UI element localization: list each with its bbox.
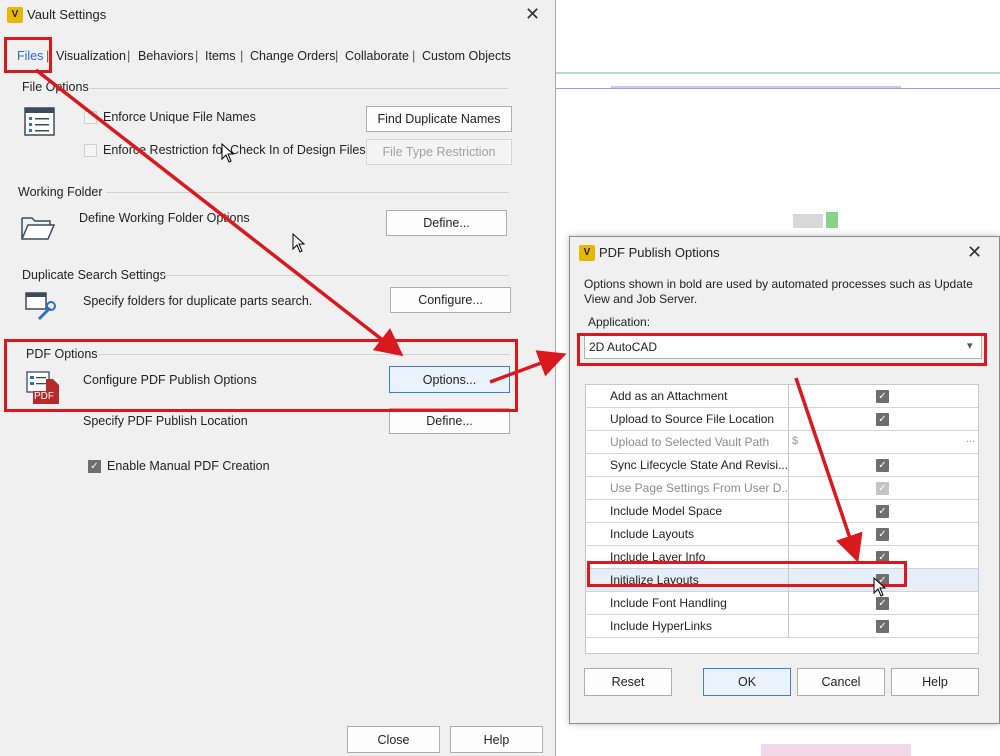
tab-visualization[interactable]: Visualization (56, 49, 126, 63)
grid-row-checkbox[interactable]: ✓ (876, 528, 889, 541)
grid-column-divider (788, 408, 789, 431)
close-icon[interactable]: ✕ (967, 243, 982, 261)
grid-row-value: $ (792, 435, 799, 447)
grid-row-label: Sync Lifecycle State And Revisi... (610, 458, 788, 472)
manual-pdf-label: Enable Manual PDF Creation (107, 459, 270, 473)
mouse-cursor-icon (292, 232, 306, 256)
grid-row-label: Upload to Source File Location (610, 412, 775, 426)
enforce-restriction-checkbox[interactable] (84, 144, 97, 157)
publish-options-grid: Add as an Attachment ✓ Upload to Source Fi… (585, 384, 979, 654)
canvas-line (556, 88, 1000, 89)
grid-column-divider (788, 500, 789, 523)
grid-row[interactable]: Include Font Handling ✓ (586, 592, 978, 615)
annotation-highlight-files-tab (4, 37, 52, 73)
application-label: Application: (588, 315, 651, 329)
grid-column-divider (788, 431, 789, 454)
grid-row-label: Upload to Selected Vault Path (610, 435, 770, 449)
tab-collaborate[interactable]: Collaborate (345, 49, 409, 63)
reset-button[interactable]: Reset (584, 668, 672, 696)
grid-column-divider (788, 523, 789, 546)
file-options-title: File Options (22, 80, 89, 94)
tab-items[interactable]: Items (205, 49, 236, 63)
grid-row[interactable]: Upload to Source File Location ✓ (586, 408, 978, 431)
grid-row[interactable]: Include HyperLinks ✓ (586, 615, 978, 638)
grid-row-checkbox[interactable]: ✓ (876, 390, 889, 403)
grid-row[interactable]: Upload to Selected Vault Path $... (586, 431, 978, 454)
pdf-dialog-title: PDF Publish Options (599, 245, 720, 260)
file-list-icon (24, 107, 55, 136)
close-icon[interactable]: ✕ (525, 5, 540, 23)
mouse-cursor-icon (221, 142, 235, 166)
grid-row[interactable]: Include Layouts ✓ (586, 523, 978, 546)
help-button[interactable]: Help (891, 668, 979, 696)
grid-row-checkbox[interactable]: ✓ (876, 620, 889, 633)
tab-separator: | (335, 48, 339, 63)
configure-duplicate-search-button[interactable]: Configure... (390, 287, 511, 313)
tab-custom-objects[interactable]: Custom Objects (422, 49, 511, 63)
tab-separator: | (240, 48, 244, 63)
section-divider (106, 192, 509, 193)
grid-column-divider (788, 592, 789, 615)
duplicate-search-title: Duplicate Search Settings (22, 268, 166, 282)
grid-row-checkbox[interactable]: ✓ (876, 505, 889, 518)
enforce-unique-checkbox[interactable] (84, 111, 97, 124)
pdf-publish-options-dialog: V PDF Publish Options ✕ Options shown in… (569, 236, 1000, 724)
browse-ellipsis-button: ... (966, 433, 976, 445)
folder-icon (20, 213, 56, 241)
grid-row[interactable]: Use Page Settings From User D... ✓ (586, 477, 978, 500)
dialog-title: Vault Settings (27, 7, 107, 22)
vault-app-icon: V (7, 7, 23, 23)
grid-row[interactable]: Sync Lifecycle State And Revisi... ✓ (586, 454, 978, 477)
vault-app-icon: V (579, 245, 595, 261)
grid-row-label: Add as an Attachment (610, 389, 728, 403)
grid-row-label: Include HyperLinks (610, 619, 713, 633)
annotation-highlight-application (577, 333, 987, 366)
canvas-blurred-text (761, 744, 911, 756)
tab-separator: | (127, 48, 131, 63)
vault-settings-dialog: V Vault Settings ✕ Files | Visualization… (0, 0, 556, 756)
section-divider (162, 275, 509, 276)
ok-button[interactable]: OK (703, 668, 791, 696)
grid-row-label: Include Layouts (610, 527, 695, 541)
grid-row-checkbox[interactable]: ✓ (876, 459, 889, 472)
canvas-line (556, 72, 1000, 74)
find-duplicate-names-button[interactable]: Find Duplicate Names (366, 106, 512, 132)
grid-column-divider (788, 385, 789, 408)
annotation-highlight-initialize-layouts (587, 561, 907, 587)
close-button[interactable]: Close (347, 726, 440, 753)
grid-row-checkbox[interactable]: ✓ (876, 413, 889, 426)
grid-column-divider (788, 477, 789, 500)
help-button[interactable]: Help (450, 726, 543, 753)
grid-column-divider (788, 454, 789, 477)
grid-row[interactable]: Add as an Attachment ✓ (586, 385, 978, 408)
working-folder-title: Working Folder (18, 185, 103, 199)
duplicate-search-label: Specify folders for duplicate parts sear… (83, 294, 313, 308)
manual-pdf-checkbox[interactable]: ✓ (88, 460, 101, 473)
tab-behaviors[interactable]: Behaviors (138, 49, 194, 63)
grid-row-label: Include Font Handling (610, 596, 727, 610)
tab-separator: | (412, 48, 416, 63)
canvas-blurred-text (826, 212, 838, 228)
settings-tool-icon (25, 291, 57, 323)
grid-row-label: Use Page Settings From User D... (610, 481, 788, 495)
section-divider (90, 88, 508, 89)
grid-row-checkbox: ✓ (876, 482, 889, 495)
define-working-folder-label: Define Working Folder Options (79, 211, 250, 225)
define-working-folder-button[interactable]: Define... (386, 210, 507, 236)
cancel-button[interactable]: Cancel (797, 668, 885, 696)
mouse-cursor-icon (873, 576, 887, 600)
grid-row-label: Include Model Space (610, 504, 723, 518)
pdf-location-label: Specify PDF Publish Location (83, 414, 248, 428)
pdf-dialog-description: Options shown in bold are used by automa… (584, 277, 973, 306)
tab-change-orders[interactable]: Change Orders (250, 49, 335, 63)
grid-row[interactable]: Include Model Space ✓ (586, 500, 978, 523)
annotation-highlight-pdf-options (4, 339, 518, 412)
grid-column-divider (788, 615, 789, 638)
canvas-blurred-text (793, 214, 823, 228)
file-type-restriction-button[interactable]: File Type Restriction (366, 139, 512, 165)
tab-separator: | (195, 48, 199, 63)
enforce-unique-label: Enforce Unique File Names (103, 110, 256, 124)
